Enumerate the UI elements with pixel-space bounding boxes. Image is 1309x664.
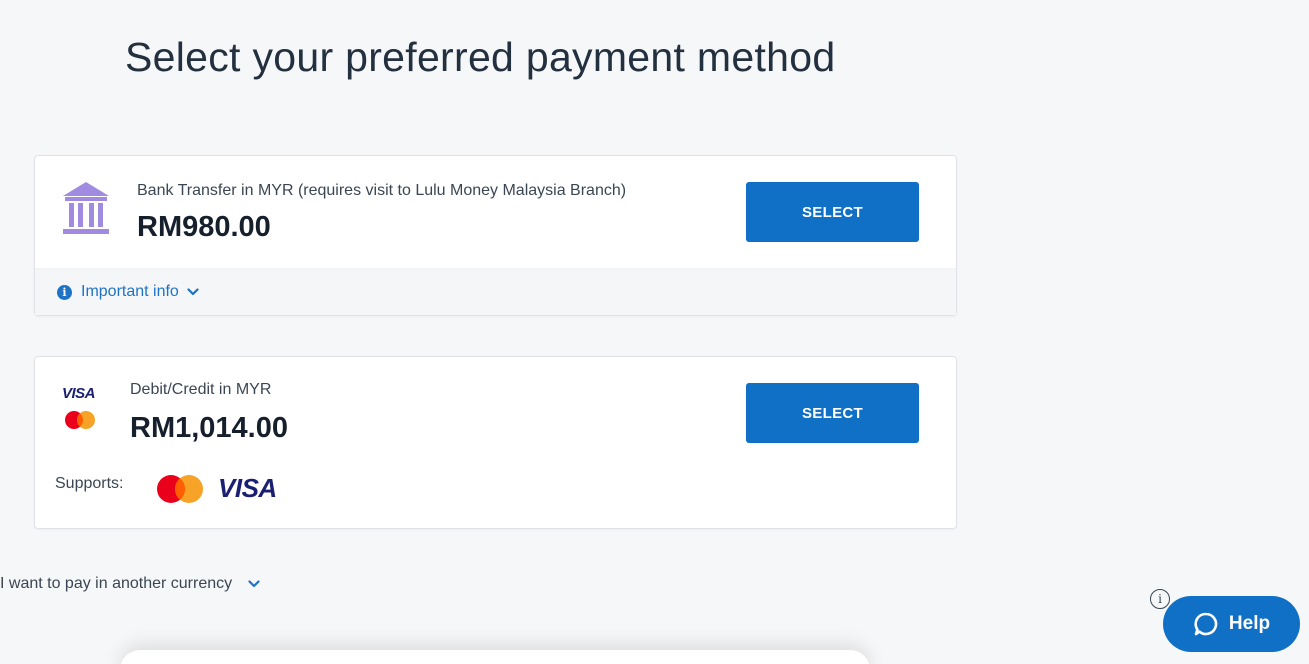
- visa-logo: VISA: [218, 473, 277, 503]
- page-title: Select your preferred payment method: [125, 34, 836, 80]
- payment-method-bank-transfer: Bank Transfer in MYR (requires visit to …: [34, 155, 957, 316]
- help-button[interactable]: Help: [1163, 596, 1300, 652]
- bottom-panel: [120, 650, 870, 664]
- supports-label: Supports:: [55, 475, 124, 492]
- info-icon: i: [57, 284, 72, 300]
- important-info-toggle[interactable]: i Important info: [35, 268, 956, 315]
- payment-method-debit-credit: VISA Debit/Credit in MYR RM1,014.00 SELE…: [34, 356, 957, 529]
- chat-bubble-icon: [1194, 612, 1218, 636]
- chevron-down-icon: [187, 288, 199, 296]
- pay-another-currency-toggle[interactable]: I want to pay in another currency: [0, 575, 260, 593]
- important-info-label: Important info: [81, 283, 179, 300]
- visa-logo: VISA: [62, 385, 96, 402]
- select-debit-credit-button[interactable]: SELECT: [746, 383, 919, 443]
- mastercard-icon: [157, 475, 203, 503]
- another-currency-label: I want to pay in another currency: [0, 575, 233, 592]
- mastercard-icon: [65, 411, 95, 429]
- chevron-down-icon: [248, 580, 260, 588]
- method-label: Bank Transfer in MYR (requires visit to …: [137, 182, 627, 199]
- method-amount: RM980.00: [137, 211, 271, 243]
- method-label: Debit/Credit in MYR: [130, 381, 272, 398]
- bank-icon: [63, 182, 109, 234]
- method-amount: RM1,014.00: [130, 412, 288, 444]
- info-icon[interactable]: i: [1150, 589, 1170, 609]
- select-bank-transfer-button[interactable]: SELECT: [746, 182, 919, 242]
- help-label: Help: [1228, 613, 1271, 634]
